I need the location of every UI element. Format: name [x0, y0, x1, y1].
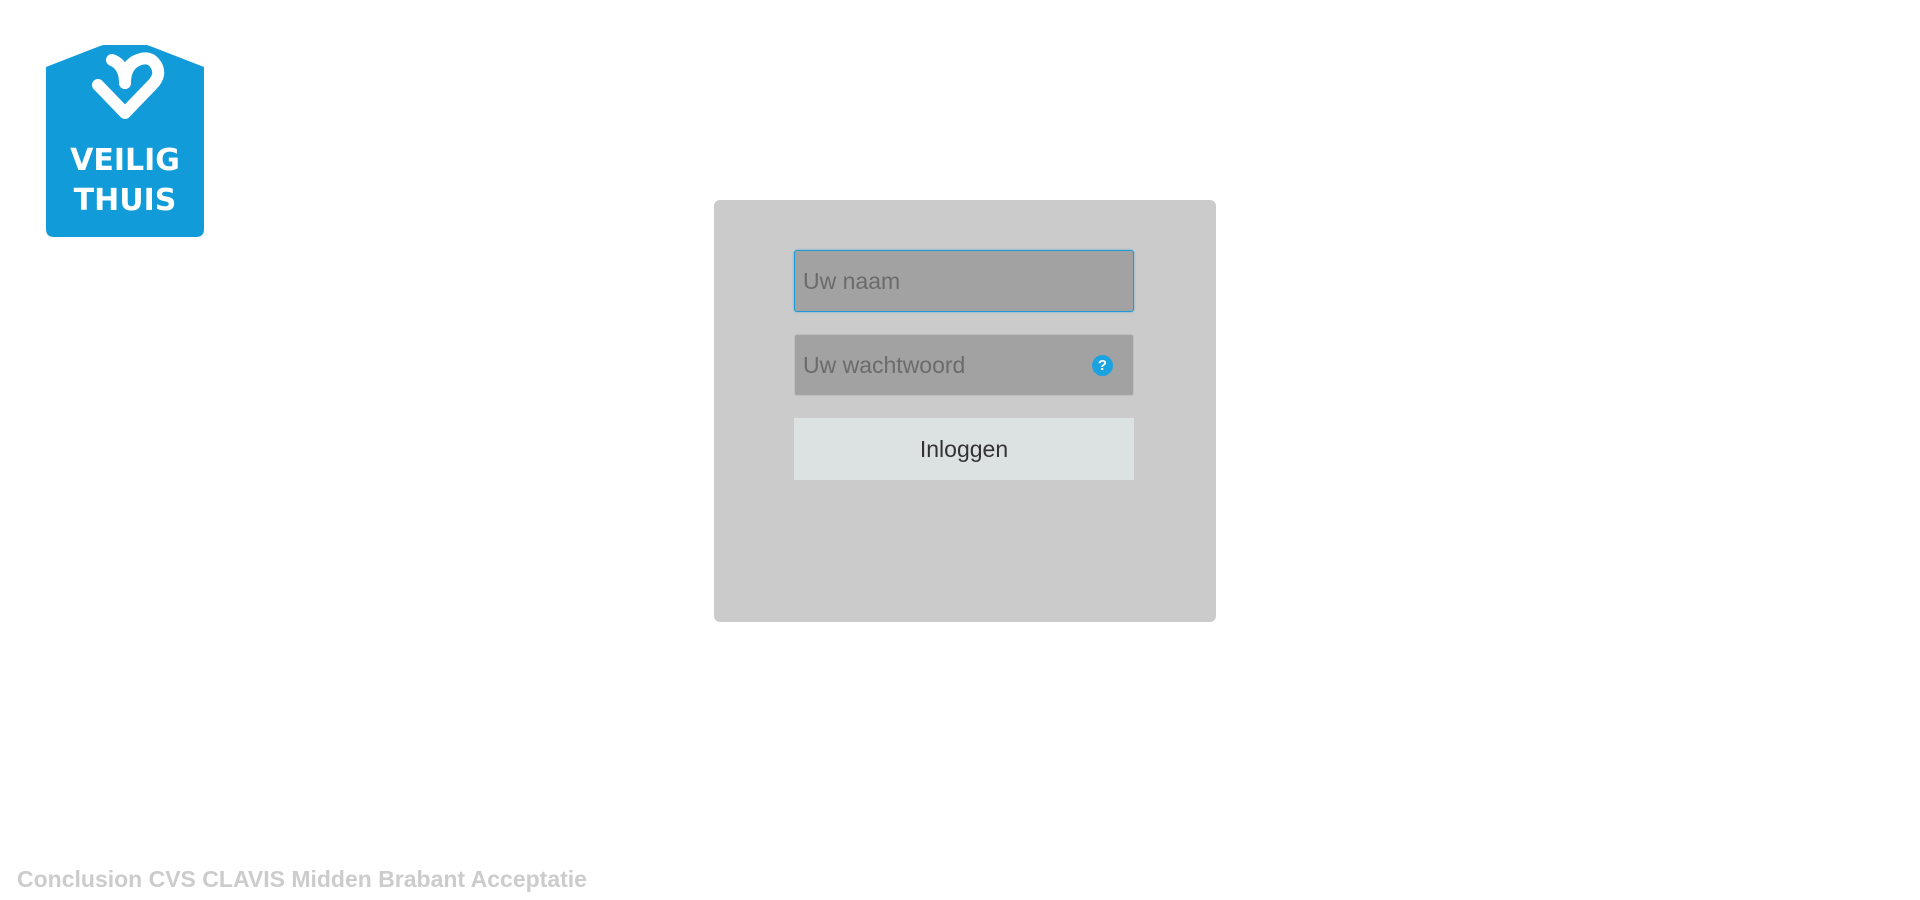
logo-line2: THUIS: [74, 183, 177, 218]
logo-line1: VEILIG: [70, 143, 180, 178]
password-field-wrapper: ?: [794, 334, 1134, 396]
username-field-wrapper: [794, 250, 1134, 312]
veilig-thuis-logo: VEILIG THUIS: [46, 42, 204, 237]
login-button[interactable]: Inloggen: [794, 418, 1134, 480]
question-circle-icon[interactable]: ?: [1092, 355, 1113, 376]
veilig-thuis-logo-icon: VEILIG THUIS: [46, 42, 204, 237]
password-input[interactable]: [795, 335, 1133, 395]
environment-label: Conclusion CVS CLAVIS Midden Brabant Acc…: [17, 866, 587, 892]
login-panel: ? Inloggen: [714, 200, 1216, 622]
username-input[interactable]: [795, 251, 1133, 311]
